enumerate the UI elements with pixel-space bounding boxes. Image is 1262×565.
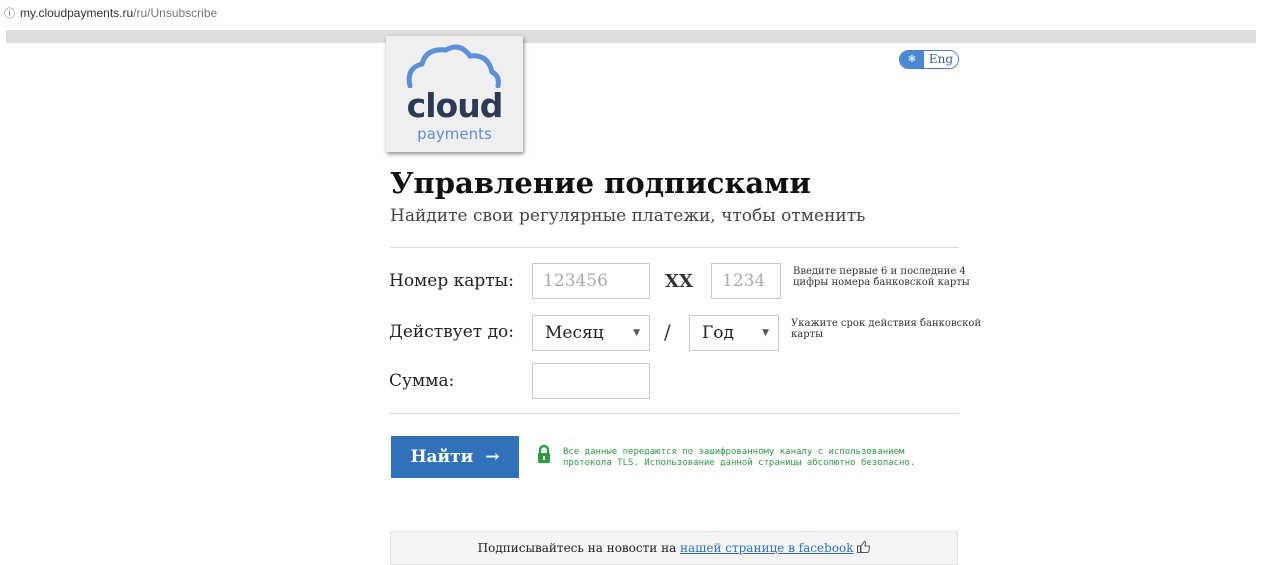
page-title: Управление подписками: [390, 166, 811, 200]
security-note: Все данные передаются по зашифрованному …: [563, 447, 915, 469]
card-hint-line-1: Введите первые 6 и последние 4: [793, 266, 966, 277]
expiry-label: Действует до:: [389, 322, 515, 342]
expiry-month-select[interactable]: Месяц ▼: [532, 315, 650, 351]
month-selected-value: Месяц: [545, 323, 604, 343]
find-button-label: Найти: [410, 447, 474, 467]
divider-bottom: [390, 413, 959, 414]
amount-input[interactable]: [532, 363, 650, 399]
url-path: /ru/Unsubscribe: [133, 6, 218, 20]
card-masked-middle: XX: [665, 271, 693, 292]
url-host: my.cloudpayments.ru: [20, 6, 134, 20]
card-last-digits-input[interactable]: 1234: [711, 263, 781, 299]
logo-word-cloud: cloud: [406, 86, 504, 125]
amount-label: Сумма:: [389, 371, 455, 391]
dropdown-arrow-icon: ▼: [633, 328, 640, 338]
divider-top: [390, 247, 959, 248]
year-selected-value: Год: [702, 323, 734, 343]
logo-word-payments: payments: [417, 125, 492, 143]
find-button[interactable]: Найти →: [391, 436, 519, 478]
page-subtitle: Найдите свои регулярные платежи, чтобы о…: [390, 206, 866, 226]
security-note-line-2: протокола TLS. Использование данной стра…: [563, 458, 916, 468]
expiry-hint-line-2: карты: [791, 329, 824, 340]
expiry-hint-line-1: Укажите срок действия банковской: [791, 318, 982, 329]
facebook-page-link[interactable]: нашей странице в facebook: [680, 541, 853, 555]
thumbs-up-icon: [857, 540, 871, 553]
card-hint-line-2: цифры номера банковской карты: [793, 277, 970, 288]
facebook-subscribe-banner: Подписывайтесь на новости на нашей стран…: [390, 531, 958, 565]
expiry-year-select[interactable]: Год ▼: [689, 315, 779, 351]
language-label: Eng: [924, 51, 958, 68]
expiry-separator: /: [664, 320, 671, 344]
language-toggle[interactable]: ✱ Eng: [899, 50, 959, 69]
card-first-digits-input[interactable]: 123456: [532, 263, 650, 299]
dropdown-arrow-icon: ▼: [762, 328, 769, 338]
arrow-right-icon: →: [485, 447, 500, 467]
security-note-line-1: Все данные передаются по зашифрованному …: [563, 447, 905, 457]
top-divider-strip: [6, 30, 1256, 43]
site-info-icon[interactable]: ⓘ: [4, 5, 15, 21]
browser-address-bar[interactable]: ⓘ my.cloudpayments.ru/ru/Unsubscribe: [0, 0, 1262, 26]
padlock-icon: [538, 444, 550, 463]
expiry-hint: Укажите срок действия банковской карты: [791, 318, 981, 340]
footer-prefix-text: Подписывайтесь на новости на: [477, 541, 681, 555]
card-number-label: Номер карты:: [389, 271, 514, 291]
url-text[interactable]: my.cloudpayments.ru/ru/Unsubscribe: [20, 6, 217, 20]
cloud-icon: [406, 44, 501, 88]
eu-flag-icon: ✱: [900, 51, 924, 68]
card-number-hint: Введите первые 6 и последние 4 цифры ном…: [793, 266, 970, 288]
cloudpayments-logo[interactable]: cloud payments: [386, 36, 523, 152]
